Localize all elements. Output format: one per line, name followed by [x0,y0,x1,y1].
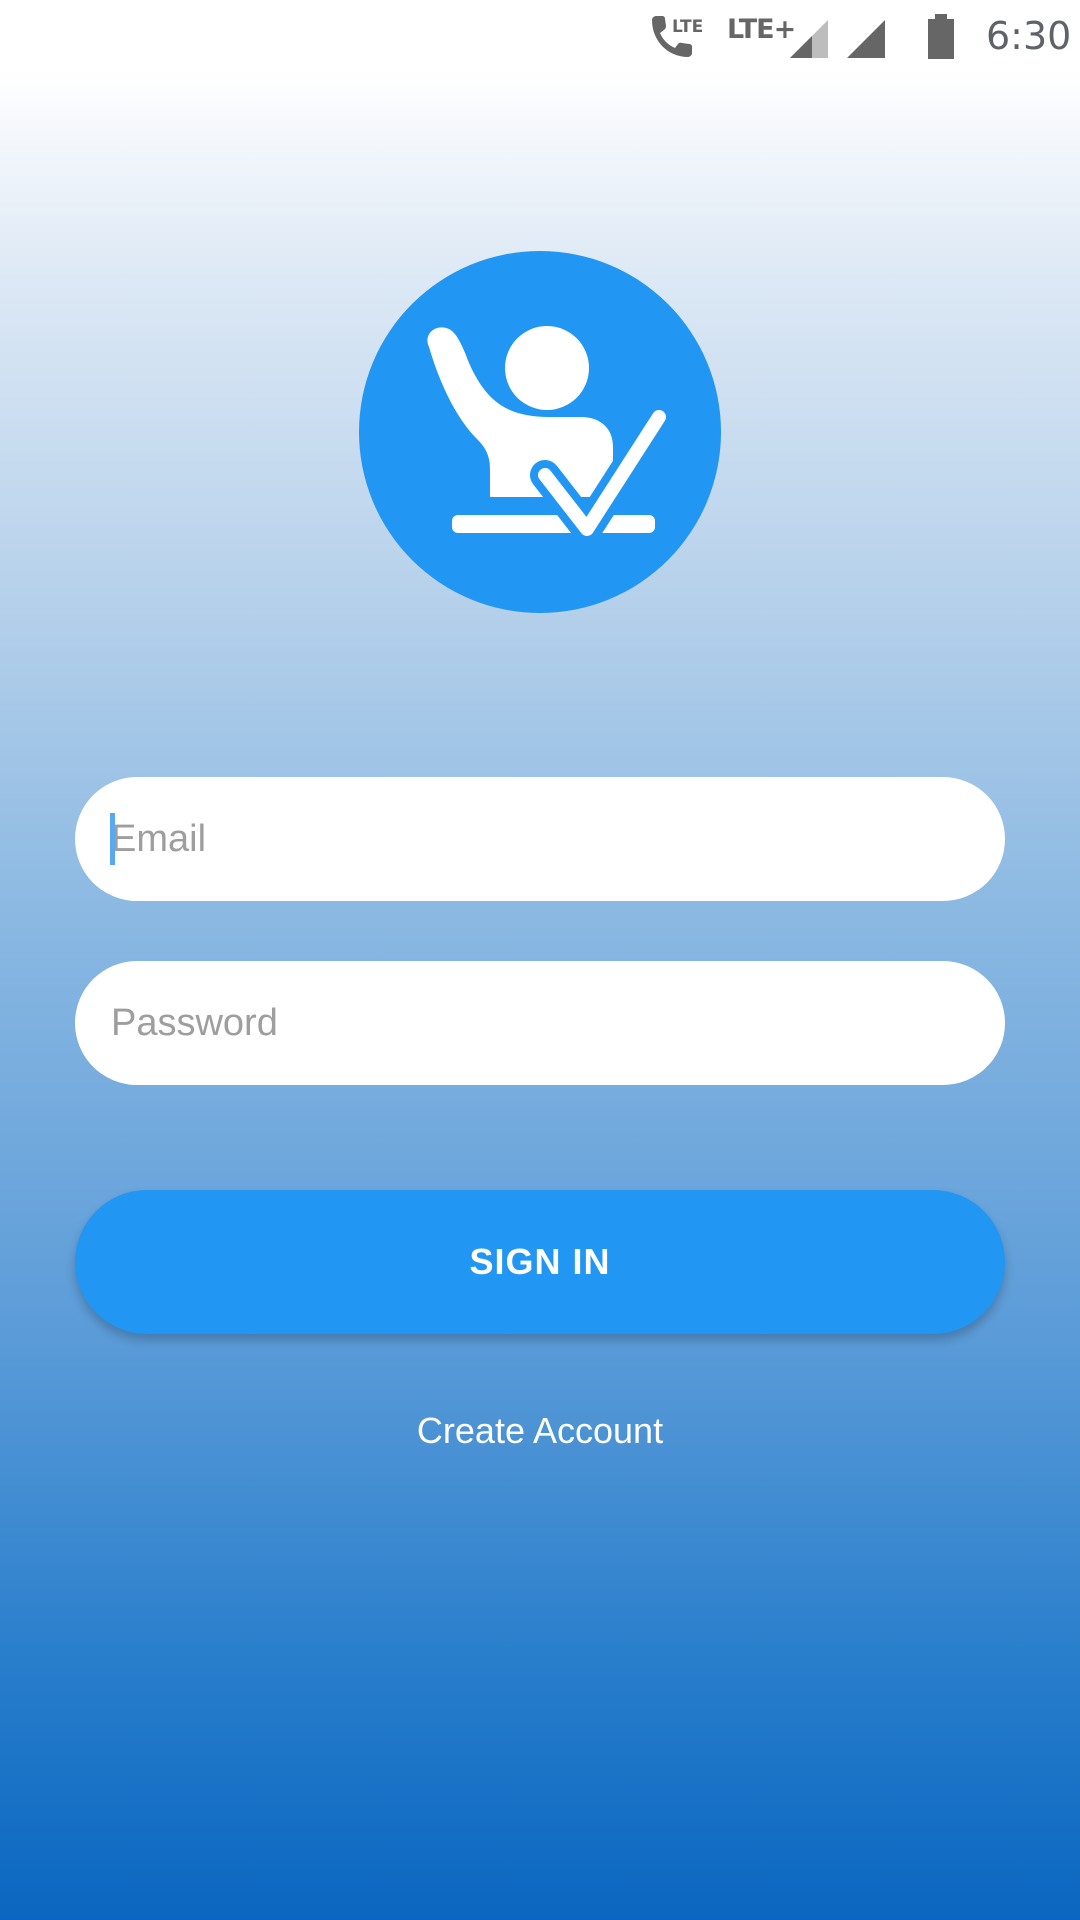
status-bar: LTE LTE+ 6:30 [0,0,1080,75]
network-type-label: LTE+ [727,14,796,45]
app-logo [359,251,721,613]
volte-call-icon: LTE [652,16,703,57]
sign-in-button[interactable]: SIGN IN [75,1190,1005,1334]
text-cursor [110,813,115,865]
signal-strength-full-icon [847,20,885,58]
raised-hand-check-icon [427,326,674,544]
email-input[interactable] [111,817,1005,861]
password-input[interactable] [111,1001,1005,1045]
svg-text:LTE: LTE [672,17,703,37]
email-field-container [75,777,1005,901]
battery-icon [928,14,954,59]
signal-strength-icon [790,20,828,58]
status-clock: 6:30 [986,14,1072,58]
password-field-container [75,961,1005,1085]
create-account-link[interactable]: Create Account [0,1410,1080,1452]
